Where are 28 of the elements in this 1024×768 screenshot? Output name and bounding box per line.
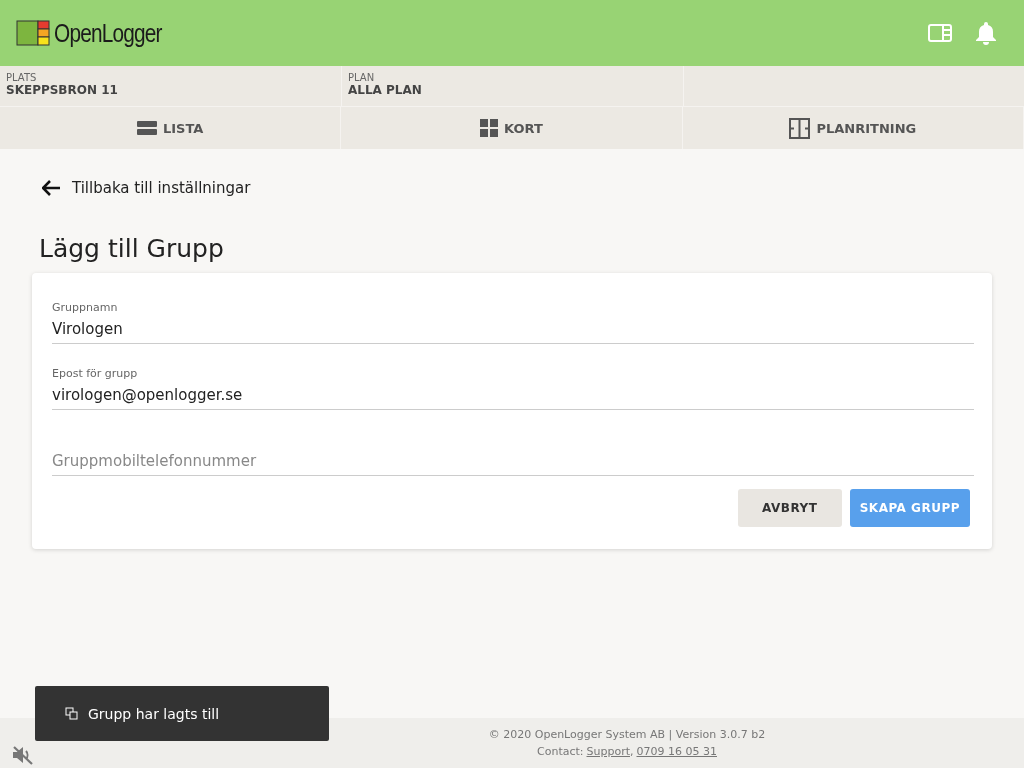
location-label: PLAN [348,72,376,83]
copyright-text: © 2020 OpenLogger System AB | Version 3.0.7 b2 [487,728,766,741]
input-field[interactable]: virologen@openlogger.se [52,386,974,410]
list-icon [136,121,157,135]
location-label: PLATS [6,72,38,83]
back-arrow-icon [42,180,60,196]
logo-icon [16,20,50,46]
floorplan-icon [789,117,811,139]
back-link[interactable]: Tillbaka till inställningar [42,179,251,197]
location-value[interactable]: SKEPPSBRON 11 [6,83,335,97]
notification-bell-icon[interactable] [974,21,998,45]
contact-label: Contact: [537,745,584,758]
logo-text: OpenLogger [54,17,162,49]
cancel-button[interactable]: AVBRYT [737,489,842,527]
field-label: Epost för grupp [52,367,139,380]
grid-icon [480,119,499,137]
footer-link[interactable]: 0709 16 05 31 [636,745,717,758]
sidebar-panel-icon[interactable] [928,24,952,42]
separator-text: , [630,745,634,758]
footer-link[interactable]: Support [586,745,630,758]
toast-message: Grupp har lagts till [88,705,220,722]
copy-icon [65,707,78,720]
input-field[interactable]: Virologen [52,320,974,344]
input-field[interactable]: Gruppmobiltelefonnummer [52,452,974,476]
muted-speaker-icon[interactable] [12,745,34,765]
field-label: Gruppnamn [52,301,119,314]
page-title: Lägg till Grupp [39,234,225,263]
location-value[interactable]: ALLA PLAN [348,83,677,97]
